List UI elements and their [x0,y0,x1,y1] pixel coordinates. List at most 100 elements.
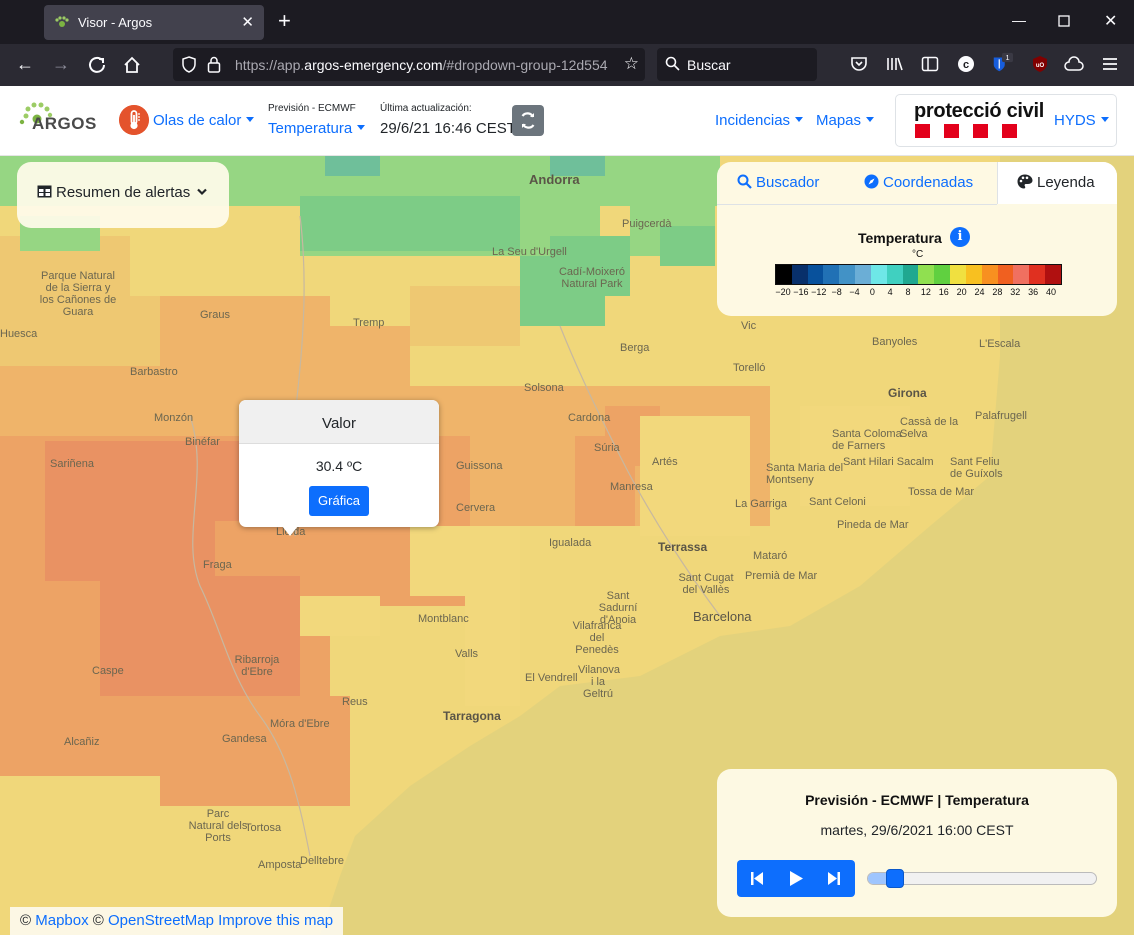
map-label-town: Guissona [456,460,503,472]
legend-tick-label: 20 [956,287,967,297]
browser-tab[interactable]: Visor - Argos ✕ [44,5,264,40]
map-label-town: Cadí-Moixeró Natural Park [558,266,626,290]
thermometer-icon [119,105,149,135]
map-label-town: Vilanova i la Geltrú [578,664,620,700]
hazard-dropdown[interactable]: Olas de calor [153,112,254,129]
map-label-town: Reus [342,696,368,708]
map-label-town: Puigcerdà [622,218,672,230]
map-label-town: Pineda de Mar [837,519,909,531]
legend-color-swatch [950,265,966,284]
browser-search-box[interactable]: Buscar [657,48,817,81]
tab-coordenadas[interactable]: Coordenadas [864,174,973,191]
skip-forward-icon [828,872,840,885]
play-button[interactable] [776,860,815,897]
c-extension-icon[interactable]: c [955,55,977,73]
back-icon[interactable]: ← [14,54,36,74]
map-label-town: Binéfar [185,436,220,448]
next-step-button[interactable] [815,860,854,897]
forward-icon[interactable]: → [50,54,72,74]
legend-tick-label: −12 [811,287,827,297]
map-label-town: El Vendrell [525,672,578,684]
temperature-map[interactable]: Andorra Girona Terrassa Barcelona Tarrag… [0,156,1134,935]
org-logo-square [944,124,959,138]
sidebar-icon[interactable] [919,56,941,72]
legend-tick-labels: −20 −16 −12 −8 −4 0 4 8 12 16 20 24 28 32 36 40 [767,287,1067,299]
home-icon[interactable] [121,55,143,75]
tab-divider [717,204,997,205]
maximize-window-icon[interactable] [1058,15,1070,27]
map-label-town: Sant Feliu de Guíxols [950,456,1003,480]
minimize-window-icon[interactable]: — [1012,12,1026,28]
previous-step-button[interactable] [737,860,776,897]
map-label-town: Sant Hilari Sacalm [843,456,934,468]
tab-leyenda[interactable]: Leyenda [1017,174,1095,191]
legend-tick-label: 12 [920,287,931,297]
org-logo-square [915,124,930,138]
hamburger-menu-icon[interactable] [1099,57,1121,71]
legend-color-swatch [870,265,887,284]
library-icon[interactable] [884,56,906,72]
side-tabs-panel: Buscador Coordenadas Leyenda Temperatura… [717,162,1117,316]
bitwarden-extension-icon[interactable]: 1 [991,52,1013,74]
legend-title: Temperatura [858,230,942,246]
playback-controls [737,860,855,897]
map-label-mataro: Mataró [753,550,788,562]
legend-color-scale [775,264,1062,285]
improve-map-link[interactable]: Improve this map [218,912,333,929]
mapas-menu[interactable]: Mapas [816,112,874,129]
ublock-origin-icon[interactable]: uO [1029,55,1051,73]
map-label-town: Móra d'Ebre [270,718,330,730]
map-label-town: Tremp [353,317,385,329]
popup-title: Valor [322,415,356,432]
legend-tick-label: 16 [938,287,949,297]
info-icon[interactable]: i [950,227,970,247]
search-placeholder: Buscar [687,57,731,73]
chart-button[interactable]: Gráfica [309,486,369,516]
last-update-label: Última actualización: [380,103,472,114]
legend-color-swatch [934,265,951,284]
legend-tick-label: −8 [831,287,842,297]
forecast-player-panel: Previsión - ECMWF | Temperatura martes, … [717,769,1117,917]
legend-tick-label: −4 [849,287,860,297]
legend-tick-label: 24 [974,287,985,297]
legend-color-swatch [902,265,919,284]
legend-tick-label: 0 [869,287,875,297]
tab-buscador[interactable]: Buscador [737,174,819,191]
openstreetmap-link[interactable]: OpenStreetMap [108,912,214,929]
legend-color-swatch [1029,265,1046,284]
new-tab-icon[interactable]: + [278,10,291,32]
alerts-summary-button[interactable]: Resumen de alertas [37,184,208,201]
incidencias-menu[interactable]: Incidencias [715,112,803,129]
map-label-town: Graus [200,309,230,321]
pocket-icon[interactable] [848,56,870,72]
time-slider[interactable] [867,869,1097,888]
refresh-button[interactable] [512,105,544,136]
map-label-town: Santa Coloma de Farners [832,428,902,452]
user-menu[interactable]: HYDS [1054,112,1109,129]
org-logo-square [1002,124,1017,138]
map-label-town: Caspe [92,665,124,677]
tracking-protection-shield-icon[interactable] [181,56,197,73]
close-window-icon[interactable]: ✕ [1104,11,1117,31]
variable-dropdown[interactable]: Temperatura [268,120,365,137]
legend-color-swatch [997,265,1014,284]
map-label-tarragona: Tarragona [443,709,501,723]
address-bar[interactable]: https://app.argos-emergency.com/#dropdow… [173,48,645,81]
legend-color-swatch [918,265,935,284]
reload-icon[interactable] [86,55,108,75]
popup-pointer [282,526,298,536]
map-label-town: Sant Celoni [809,496,866,508]
map-label-girona: Girona [888,386,927,400]
browser-toolbar: ← → https://app.argos-emergency.com/#dro… [0,44,1134,86]
lock-icon[interactable] [207,56,221,73]
map-label-town: Vilafranca del Penedès [572,620,622,656]
mapbox-link[interactable]: Mapbox [35,912,88,929]
map-label-andorra: Andorra [529,172,580,187]
map-label-barcelona: Barcelona [693,609,752,624]
compass-icon [864,174,879,189]
table-icon [37,185,52,198]
cloud-icon[interactable] [1063,56,1085,72]
close-tab-icon[interactable]: ✕ [241,13,254,31]
bookmark-star-icon[interactable]: ☆ [624,54,639,74]
time-slider-handle[interactable] [886,869,905,888]
